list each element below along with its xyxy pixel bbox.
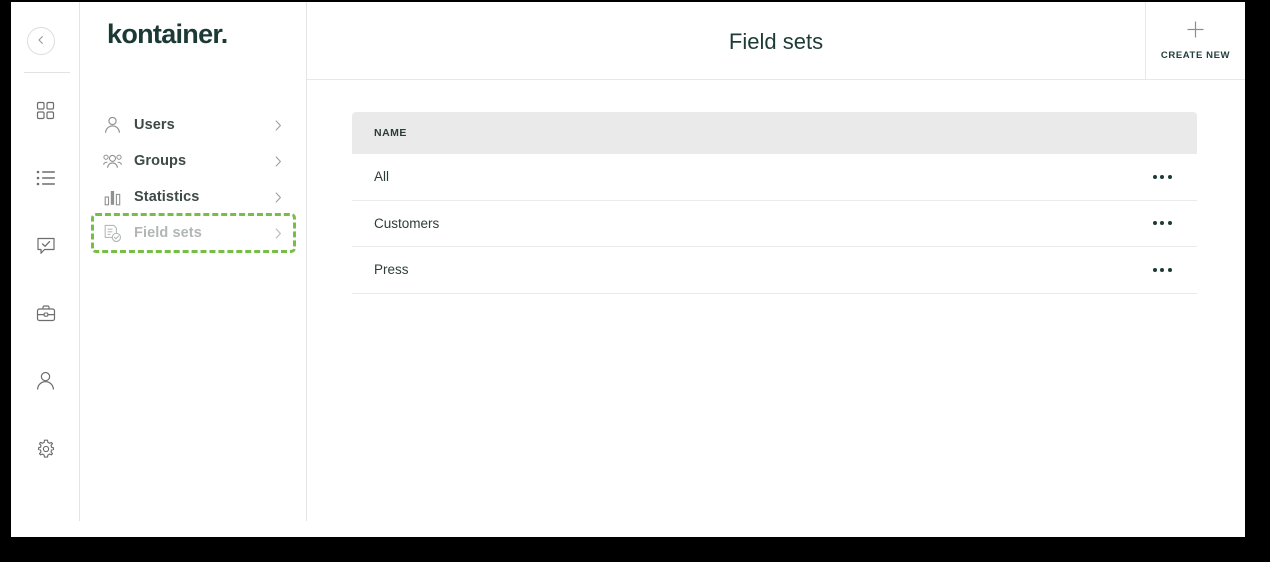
row-name: All	[374, 169, 390, 185]
row-actions-menu[interactable]	[1127, 154, 1197, 200]
sidebar-item-users[interactable]: Users	[93, 107, 294, 143]
speech-bubble-check-icon	[36, 236, 56, 256]
nav-list: Users Groups Statistics Field sets	[80, 107, 307, 253]
rail-item-portfolio[interactable]	[11, 298, 80, 328]
table-row[interactable]: Press	[352, 247, 1197, 294]
chevron-right-icon	[275, 155, 282, 167]
table-header-row: NAME	[352, 112, 1197, 154]
field-sets-table: NAME All Customers Press	[352, 112, 1197, 294]
page-title: Field sets	[728, 29, 824, 54]
rail-divider	[24, 72, 70, 73]
create-new-button[interactable]: CREATE NEW	[1145, 2, 1245, 79]
sidebar-item-field-sets[interactable]: Field sets	[91, 213, 296, 253]
table-row[interactable]: Customers	[352, 201, 1197, 247]
chevron-right-icon	[275, 119, 282, 131]
row-name: Press	[374, 262, 409, 278]
users-group-icon	[100, 153, 124, 170]
rail-item-approvals[interactable]	[11, 231, 80, 261]
list-icon	[36, 169, 56, 187]
sidebar-item-statistics[interactable]: Statistics	[93, 179, 294, 215]
row-actions-menu[interactable]	[1127, 201, 1197, 247]
sidebar-item-groups[interactable]: Groups	[93, 143, 294, 179]
sidebar-item-label: Groups	[134, 153, 187, 169]
create-new-label: CREATE NEW	[1160, 50, 1231, 61]
chevron-left-icon	[36, 32, 46, 50]
briefcase-icon	[36, 304, 56, 323]
grid-dashboard-icon	[36, 101, 55, 120]
rail-item-settings[interactable]	[11, 434, 80, 464]
document-check-icon	[100, 224, 124, 243]
ellipsis-icon	[1152, 221, 1172, 226]
user-outline-icon	[100, 116, 124, 134]
table-row[interactable]: All	[352, 154, 1197, 201]
plus-icon	[1186, 20, 1205, 44]
sidebar-item-label: Users	[134, 117, 175, 133]
rail-item-dashboard[interactable]	[11, 95, 80, 125]
chevron-right-icon	[275, 191, 282, 203]
brand-logo: kontainer.	[107, 19, 228, 49]
icon-rail	[11, 2, 80, 521]
ellipsis-icon	[1152, 267, 1172, 272]
bar-chart-icon	[100, 189, 124, 206]
sidebar-collapse-button[interactable]	[27, 27, 55, 55]
nav-sidebar: kontainer. Users Groups Statistics Field…	[80, 2, 307, 521]
row-name: Customers	[374, 215, 440, 231]
user-icon	[36, 371, 55, 391]
gear-icon	[36, 439, 56, 459]
rail-item-account[interactable]	[11, 366, 80, 396]
main-content: Field sets CREATE NEW NAME All Customers…	[307, 2, 1245, 537]
row-actions-menu[interactable]	[1127, 247, 1197, 293]
sidebar-item-label: Statistics	[134, 189, 200, 205]
ellipsis-icon	[1152, 174, 1172, 179]
topbar: Field sets CREATE NEW	[307, 2, 1245, 80]
chevron-right-icon	[275, 227, 282, 239]
app-window: kontainer. Users Groups Statistics Field…	[11, 2, 1245, 537]
sidebar-item-label: Field sets	[134, 225, 202, 241]
rail-item-list[interactable]	[11, 163, 80, 193]
column-header-name: NAME	[374, 127, 407, 139]
